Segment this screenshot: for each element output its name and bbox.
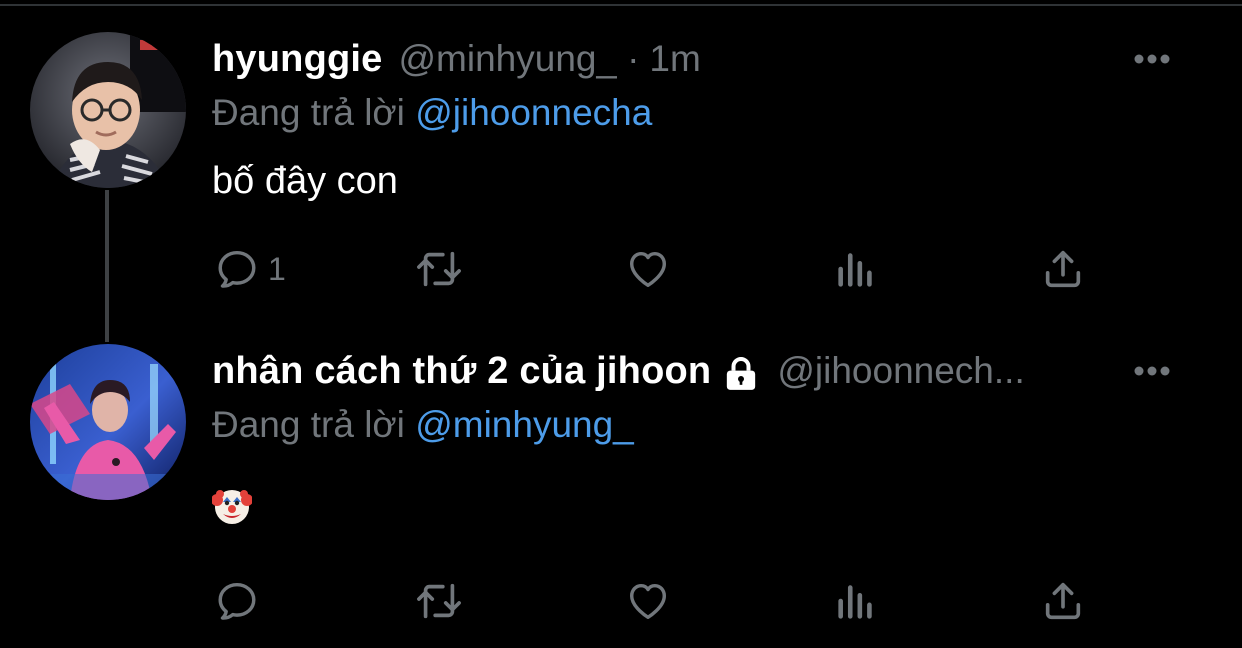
tweet-actions: 1 bbox=[212, 244, 1092, 294]
retweet-button[interactable] bbox=[414, 244, 464, 294]
clown-face-emoji bbox=[212, 490, 252, 524]
share-icon bbox=[1045, 250, 1081, 288]
tweet-header: hyunggie @minhyung_ · 1m bbox=[212, 38, 1172, 86]
user-handle[interactable]: @minhyung_ bbox=[399, 38, 618, 80]
reply-button[interactable]: 1 bbox=[214, 244, 286, 294]
lock-icon bbox=[727, 357, 756, 390]
reply-icon bbox=[218, 582, 256, 620]
view-stats-button[interactable] bbox=[834, 244, 878, 294]
reply-count: 1 bbox=[268, 250, 286, 287]
replying-to: Đang trả lời @minhyung_ bbox=[212, 404, 634, 446]
share-icon bbox=[1045, 582, 1081, 620]
replying-to: Đang trả lời @jihoonnecha bbox=[212, 92, 652, 134]
display-name[interactable]: nhân cách thứ 2 của jihoon bbox=[212, 350, 711, 393]
user-handle[interactable]: @jihoonnech... bbox=[777, 350, 1024, 392]
avatar[interactable] bbox=[30, 32, 186, 188]
more-options-icon[interactable] bbox=[1132, 52, 1172, 66]
retweet-icon bbox=[417, 251, 461, 287]
reply-button[interactable] bbox=[214, 576, 260, 626]
tweet[interactable]: hyunggie @minhyung_ · 1m Đang trả lời @j… bbox=[0, 0, 1242, 330]
heart-icon bbox=[629, 583, 667, 620]
reply-icon bbox=[218, 250, 256, 288]
avatar[interactable] bbox=[30, 344, 186, 500]
reply-mention-link[interactable]: @jihoonnecha bbox=[415, 92, 652, 133]
display-name[interactable]: hyunggie bbox=[212, 38, 383, 81]
more-options-icon[interactable] bbox=[1132, 364, 1172, 378]
retweet-button[interactable] bbox=[414, 576, 464, 626]
view-stats-button[interactable] bbox=[834, 576, 878, 626]
tweet-actions bbox=[212, 576, 1092, 626]
like-button[interactable] bbox=[624, 576, 672, 626]
tweet-text: bố đây con bbox=[212, 160, 398, 202]
timestamp[interactable]: 1m bbox=[649, 38, 700, 80]
share-button[interactable] bbox=[1040, 244, 1086, 294]
heart-icon bbox=[629, 251, 667, 288]
reply-mention-link[interactable]: @minhyung_ bbox=[415, 404, 634, 445]
replying-to-label: Đang trả lời bbox=[212, 404, 405, 445]
tweet-header: nhân cách thứ 2 của jihoon @jihoonnech..… bbox=[212, 350, 1172, 398]
share-button[interactable] bbox=[1040, 576, 1086, 626]
retweet-icon bbox=[417, 583, 461, 619]
replying-to-label: Đang trả lời bbox=[212, 92, 405, 133]
like-button[interactable] bbox=[624, 244, 672, 294]
stats-icon bbox=[838, 253, 872, 287]
separator-dot: · bbox=[627, 38, 640, 79]
tweet[interactable]: nhân cách thứ 2 của jihoon @jihoonnech..… bbox=[0, 340, 1242, 648]
stats-icon bbox=[838, 585, 872, 619]
